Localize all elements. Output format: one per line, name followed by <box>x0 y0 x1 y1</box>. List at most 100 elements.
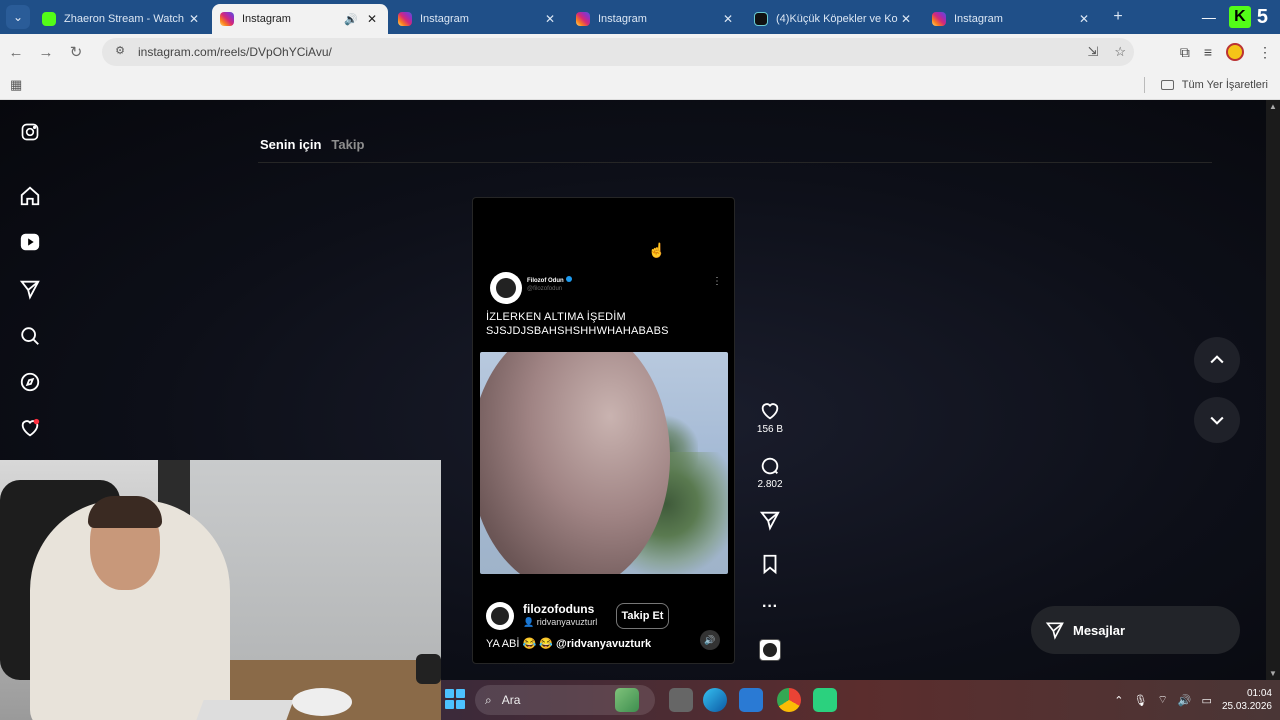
tab-title: Instagram <box>954 13 1003 25</box>
collab-username[interactable]: 👤 ridvanyavuzturl <box>523 617 597 628</box>
url-text[interactable]: instagram.com/reels/DVpOhYCiAvu/ <box>138 45 332 59</box>
tab-title: Zhaeron Stream - Watch Li <box>64 13 186 25</box>
close-icon[interactable]: ✕ <box>898 12 914 26</box>
new-tab-button[interactable]: + <box>1106 5 1130 29</box>
clock[interactable]: 01:04 25.03.2026 <box>1222 687 1272 713</box>
author-username[interactable]: filozofoduns <box>523 602 594 616</box>
explore-compass-icon[interactable] <box>18 370 42 394</box>
tweet-author-name: Filozof Odun <box>527 276 572 284</box>
bookmark-icon <box>763 554 777 575</box>
tab-title: Instagram <box>242 13 291 25</box>
apps-grid-icon[interactable]: ▦ <box>10 77 22 93</box>
like-action[interactable]: 156 B <box>752 400 788 435</box>
tab-instagram-active[interactable]: Instagram 🔊 ✕ <box>212 4 388 34</box>
volume-icon[interactable]: 🔊 <box>700 630 720 650</box>
tab-following[interactable]: Takip <box>331 137 364 152</box>
media-control-icon[interactable]: ≡ <box>1204 44 1212 60</box>
reels-feed-tabs: Senin için Takip <box>260 137 364 152</box>
close-icon[interactable]: ✕ <box>364 12 380 26</box>
messages-label: Mesajlar <box>1073 622 1126 638</box>
browser-toolbar: ← → ↻ ⚙ instagram.com/reels/DVpOhYCiAvu/… <box>0 34 1280 70</box>
more-options-icon[interactable]: ··· <box>752 598 788 616</box>
mouse-cursor-icon: ☝ <box>648 242 666 258</box>
profile-avatar[interactable] <box>1226 43 1244 61</box>
store-icon[interactable] <box>739 688 763 712</box>
instagram-sidebar <box>0 100 60 460</box>
kick-overlay-count: 5 <box>1256 5 1268 28</box>
close-icon[interactable]: ✕ <box>186 12 202 26</box>
chrome-icon[interactable] <box>777 688 801 712</box>
app-icon[interactable] <box>813 688 837 712</box>
kick-icon <box>42 12 56 26</box>
chevron-down-icon <box>1210 416 1224 425</box>
widgets-icon[interactable] <box>615 688 639 712</box>
bookmarks-divider <box>1143 77 1145 93</box>
back-button[interactable]: ← <box>2 38 30 66</box>
tiktok-icon <box>754 12 768 26</box>
instagram-icon <box>220 12 234 26</box>
chevron-up-icon <box>1210 355 1224 364</box>
author-avatar[interactable] <box>486 602 514 630</box>
extensions-icon[interactable]: ⧉ <box>1180 44 1190 61</box>
comment-count: 2.802 <box>757 479 783 490</box>
tab-kick[interactable]: Zhaeron Stream - Watch Li ✕ <box>34 4 210 34</box>
more-menu-icon[interactable]: ⋮ <box>1258 44 1272 61</box>
notifications-heart-icon[interactable] <box>18 416 42 440</box>
search-icon[interactable] <box>18 324 42 348</box>
volume-icon[interactable]: 🔊 <box>1178 694 1192 707</box>
forward-button[interactable]: → <box>32 38 60 66</box>
instagram-icon <box>932 12 946 26</box>
tab-search-button[interactable]: ⌄ <box>6 5 30 29</box>
task-view-icon[interactable] <box>669 688 693 712</box>
all-bookmarks-link[interactable]: Tüm Yer İşaretleri <box>1182 79 1268 91</box>
tab-instagram[interactable]: Instagram ✕ <box>568 4 744 34</box>
close-icon[interactable]: ✕ <box>542 12 558 26</box>
search-icon: ⌕ <box>485 692 492 707</box>
tab-instagram[interactable]: Instagram ✕ <box>924 4 1100 34</box>
home-icon[interactable] <box>18 184 42 208</box>
battery-icon[interactable]: ▭ <box>1202 694 1212 707</box>
save-action[interactable] <box>752 553 788 575</box>
instagram-logo-icon[interactable] <box>18 120 42 144</box>
person-icon: 👤 <box>523 617 537 627</box>
windows-start-icon[interactable] <box>445 689 465 709</box>
follow-button[interactable]: Takip Et <box>616 603 669 629</box>
page-scrollbar[interactable]: ▲ ▼ <box>1266 100 1280 680</box>
bookmark-star-icon[interactable]: ☆ <box>1114 44 1126 60</box>
tab-instagram[interactable]: Instagram ✕ <box>390 4 566 34</box>
like-count: 156 B <box>756 424 784 435</box>
audio-avatar[interactable] <box>752 639 788 661</box>
tab-title: (4)Küçük Köpekler ve Kom <box>776 13 898 25</box>
chevron-up-icon[interactable]: ⌃ <box>1114 694 1123 707</box>
close-icon[interactable]: ✕ <box>720 12 736 26</box>
heart-icon <box>761 403 779 420</box>
reel-video[interactable]: Filozof Odun @filozofodun ⋮ İZLERKEN ALT… <box>472 197 735 664</box>
close-icon[interactable]: ✕ <box>1076 12 1092 26</box>
caption-mention-link[interactable]: @ridvanyavuzturk <box>556 638 651 650</box>
windows-taskbar: ⌕ Ara ⌃ 🎙 ⌔ 🔊 ▭ 01:04 25.03.2026 <box>441 680 1280 720</box>
reels-icon[interactable] <box>18 230 42 254</box>
previous-reel-button[interactable] <box>1194 337 1240 383</box>
tab-title: Instagram <box>420 13 469 25</box>
address-bar[interactable]: ⚙ instagram.com/reels/DVpOhYCiAvu/ ⇲ ☆ <box>102 38 1134 66</box>
install-app-icon[interactable]: ⇲ <box>1087 44 1098 60</box>
instagram-icon <box>576 12 590 26</box>
comment-action[interactable]: 2.802 <box>752 455 788 490</box>
site-info-icon[interactable]: ⚙ <box>112 44 128 60</box>
speaker-icon[interactable]: 🔊 <box>344 13 358 26</box>
folder-icon <box>1160 80 1174 90</box>
tab-for-you[interactable]: Senin için <box>260 137 321 152</box>
tweet-text: İZLERKEN ALTIMA İŞEDİM SJSJDJSBAHSHSHHWH… <box>486 311 669 337</box>
instagram-icon <box>398 12 412 26</box>
wifi-icon[interactable]: ⌔ <box>1157 693 1167 707</box>
edge-browser-icon[interactable] <box>703 688 727 712</box>
tab-tiktok[interactable]: (4)Küçük Köpekler ve Kom ✕ <box>746 4 922 34</box>
send-message-icon[interactable] <box>18 277 42 301</box>
share-action[interactable] <box>752 509 788 531</box>
reload-button[interactable]: ↻ <box>62 38 90 66</box>
next-reel-button[interactable] <box>1194 397 1240 443</box>
tweet-avatar <box>490 272 522 304</box>
minimize-button[interactable]: — <box>1189 9 1229 25</box>
microphone-icon[interactable]: 🎙 <box>1134 694 1148 707</box>
messages-button[interactable]: Mesajlar <box>1031 606 1240 654</box>
